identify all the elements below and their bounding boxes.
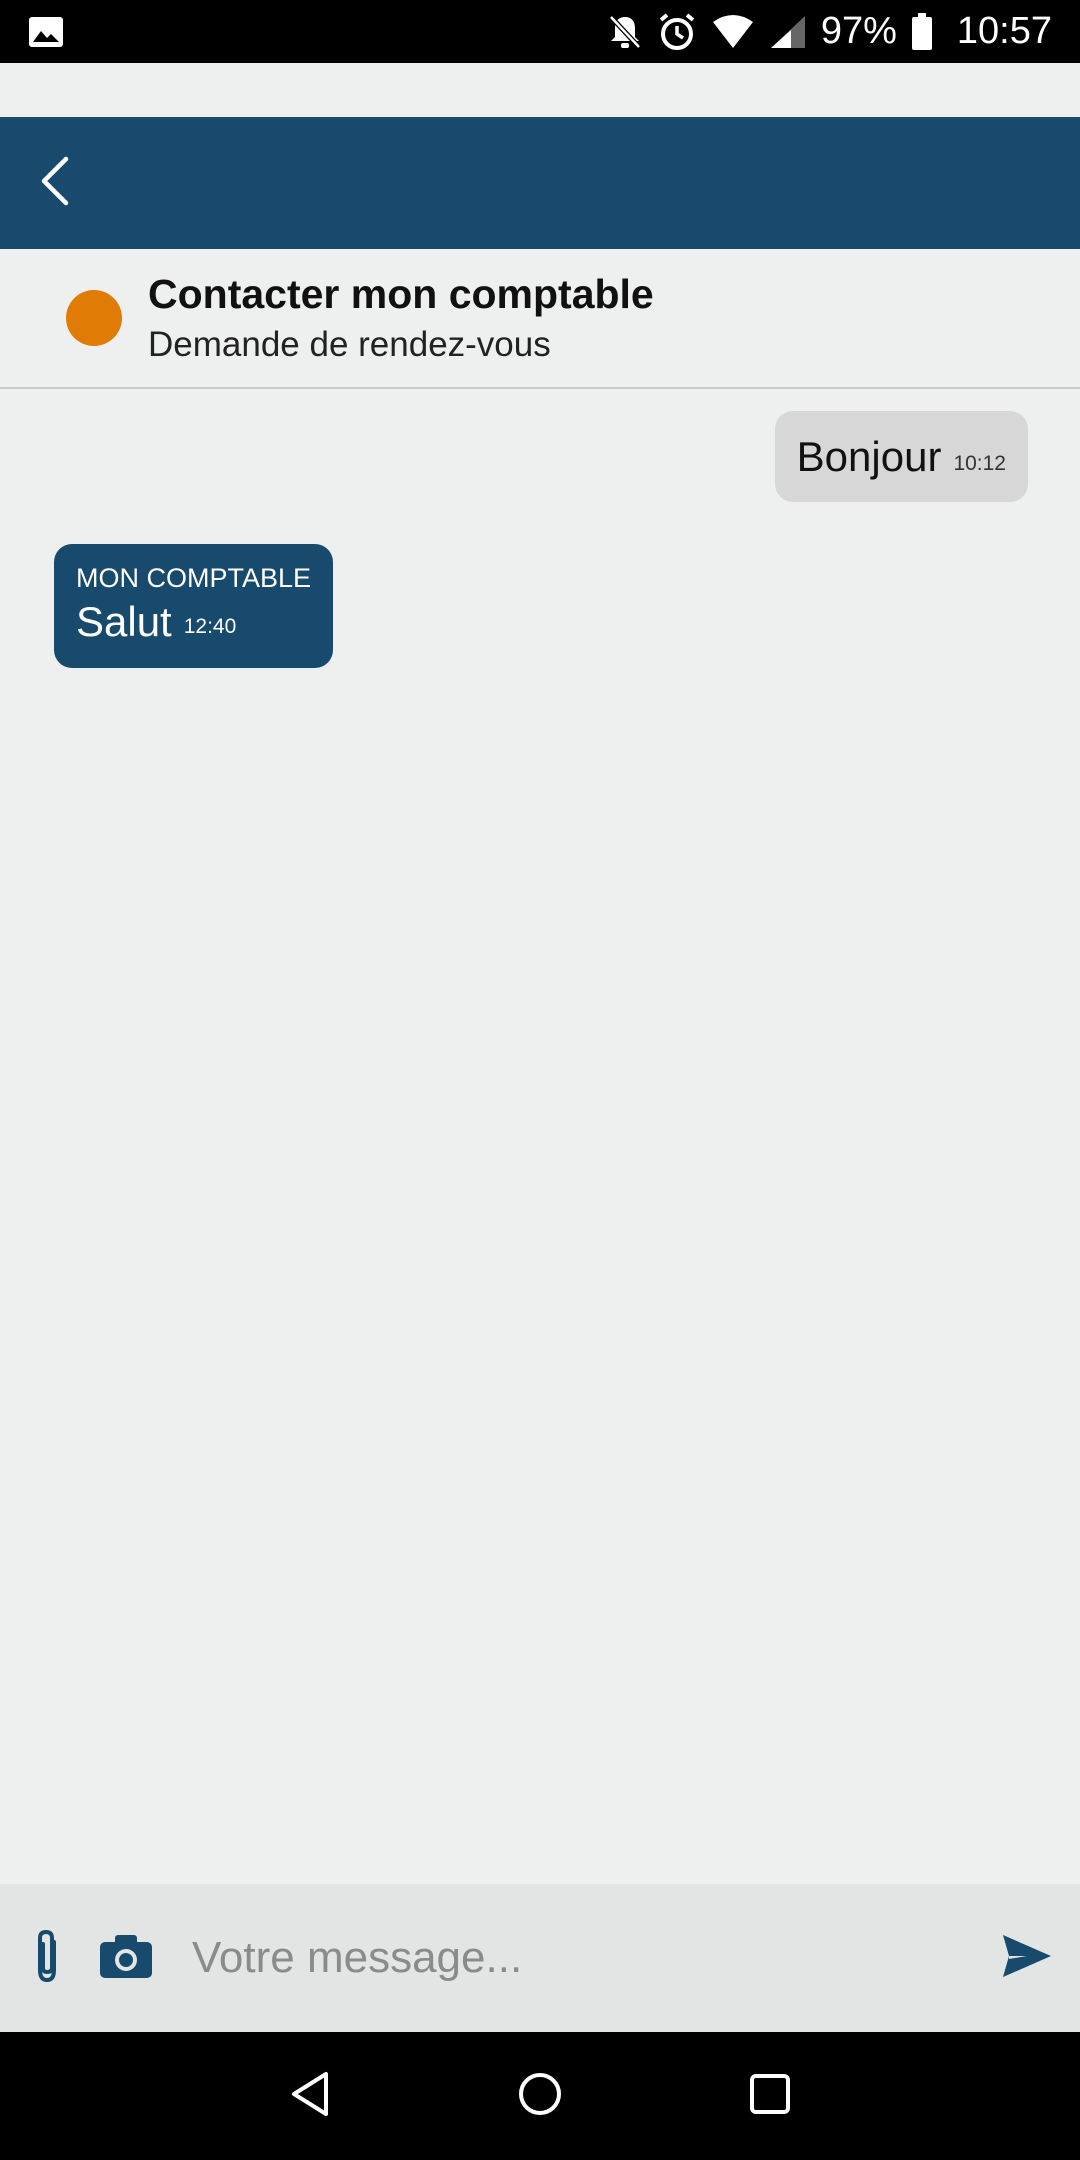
camera-button[interactable]	[86, 1918, 166, 1998]
triangle-back-icon	[288, 2070, 332, 2123]
message-input[interactable]	[192, 1918, 992, 1998]
send-icon	[1001, 1933, 1053, 1984]
message-text: Bonjour	[796, 432, 942, 480]
message-text: Salut	[76, 598, 172, 645]
conversation-header: Contacter mon comptable Demande de rende…	[0, 249, 1080, 389]
top-band	[0, 63, 1080, 117]
message-list[interactable]: Bonjour 10:12 MON COMPTABLE Salut 12:40	[0, 391, 1080, 1883]
attach-button[interactable]	[22, 1918, 72, 1998]
back-button[interactable]	[36, 143, 116, 223]
app-bar	[0, 117, 1080, 249]
bell-off-icon	[607, 13, 643, 51]
alarm-icon	[657, 12, 697, 52]
message-composer	[0, 1884, 1080, 2032]
message-outgoing: Bonjour 10:12	[774, 411, 1028, 502]
message-sender: MON COMPTABLE	[76, 563, 312, 593]
circle-home-icon	[516, 2070, 564, 2123]
send-button[interactable]	[992, 1918, 1062, 1998]
nav-back-button[interactable]	[275, 2061, 345, 2131]
chevron-left-icon	[36, 155, 72, 212]
screen: 97% 10:57 Contacter mon comptable Demand…	[0, 0, 1080, 2160]
conversation-subtitle: Demande de rendez-vous	[148, 325, 551, 364]
nav-recents-button[interactable]	[735, 2061, 805, 2131]
square-recents-icon	[747, 2071, 793, 2122]
signal-icon	[769, 14, 807, 50]
status-dot	[66, 290, 122, 346]
status-bar: 97% 10:57	[0, 0, 1080, 63]
battery-percentage: 97%	[820, 10, 897, 52]
navigation-bar	[0, 2032, 1080, 2160]
camera-icon	[98, 1932, 154, 1985]
image-icon	[28, 16, 64, 48]
conversation-titles: Contacter mon comptable Demande de rende…	[148, 268, 654, 368]
battery-icon	[911, 12, 933, 51]
message-incoming: MON COMPTABLE Salut 12:40	[54, 544, 334, 668]
nav-home-button[interactable]	[505, 2061, 575, 2131]
message-time: 10:12	[953, 451, 1006, 475]
conversation-title: Contacter mon comptable	[148, 271, 654, 317]
wifi-icon	[711, 14, 755, 50]
clock: 10:57	[956, 10, 1052, 52]
paperclip-icon	[30, 1928, 64, 1989]
message-time: 12:40	[183, 615, 237, 638]
